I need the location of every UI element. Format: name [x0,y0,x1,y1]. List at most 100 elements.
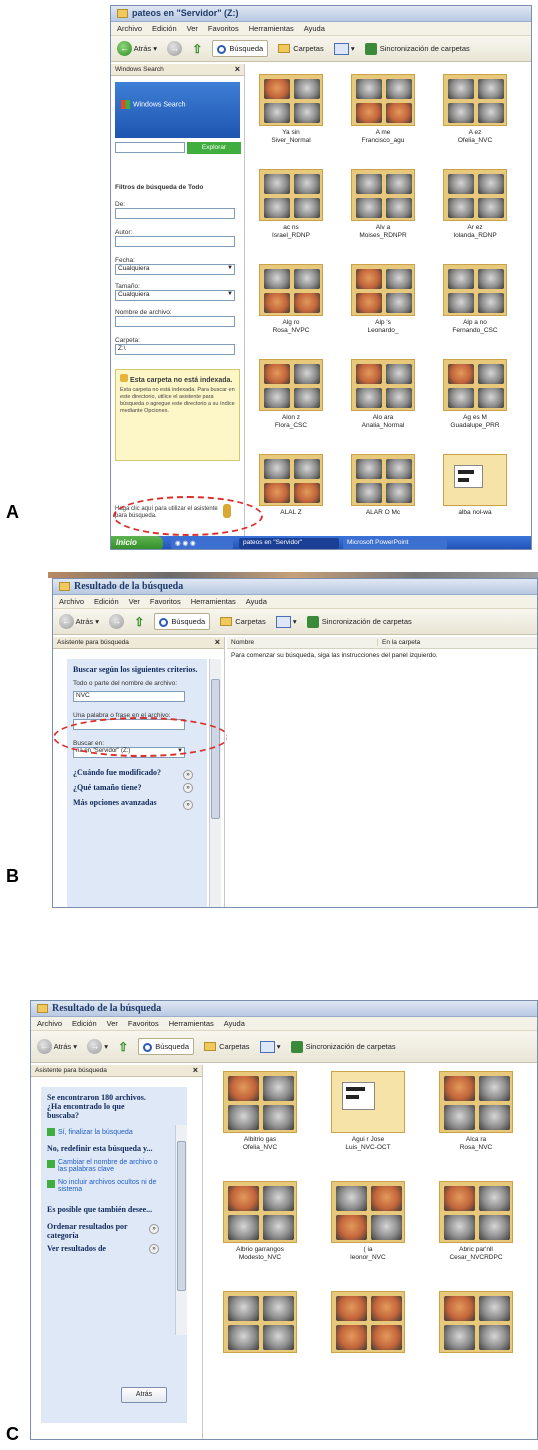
menu-herramientas[interactable]: Herramientas [249,24,294,33]
menu-edicion[interactable]: Edición [152,24,177,33]
menu-ver[interactable]: Ver [187,24,198,33]
menu-ver[interactable]: Ver [107,1019,118,1028]
close-icon[interactable]: × [193,1065,198,1075]
tamano-select[interactable]: Cualquiera ▼ [115,290,235,301]
folder-thumbnail[interactable]: Albitrio gas Ofelia_NVC [223,1071,297,1163]
folder-thumbnail[interactable]: Abric par'nll Cesar_NVCRDPC [439,1181,513,1273]
folder-thumbnail[interactable]: Alp 's Leonardo_ [351,264,415,346]
views-button[interactable]: ▾ [275,614,297,630]
expand-chevron-icon[interactable]: » [149,1224,159,1234]
close-icon[interactable]: × [235,64,240,74]
scrollbar-thumb[interactable] [211,679,220,819]
folder-thumbnail[interactable]: alba nol-wa [443,454,507,536]
menu-edicion[interactable]: Edición [72,1019,97,1028]
back-button[interactable]: ← Atrás ▾ [117,41,157,57]
advanced-options-link[interactable]: Más opciones avanzadas [73,798,163,807]
folder-thumbnail[interactable] [223,1291,297,1383]
menu-herramientas[interactable]: Herramientas [191,597,236,606]
views-button[interactable]: ▾ [333,41,355,57]
menu-archivo[interactable]: Archivo [37,1019,62,1028]
finish-search-link[interactable]: Sí, finalizar la búsqueda [47,1128,181,1136]
menu-archivo[interactable]: Archivo [117,24,142,33]
folder-thumbnail[interactable]: Alv a Moises_RDNPR [351,169,415,251]
folder-thumbnail[interactable]: Alo ara Analia_Normal [351,359,415,441]
search-button[interactable]: Búsqueda [154,613,211,630]
folder-thumbnail[interactable]: Ya sin Siver_Normal [259,74,323,156]
windows-search-go-button[interactable]: Explorar [187,142,241,154]
folder-thumbnail[interactable]: ac ns Israel_RDNP [259,169,323,251]
back-button-sidebar[interactable]: Atrás [121,1387,167,1403]
menu-ver[interactable]: Ver [129,597,140,606]
folder-thumbnail[interactable] [331,1291,405,1383]
column-header-folder[interactable]: En la carpeta [377,639,420,646]
menu-herramientas[interactable]: Herramientas [169,1019,214,1028]
when-modified-link[interactable]: ¿Cuándo fue modificado? [73,768,163,777]
folders-button[interactable]: Carpetas [220,614,266,630]
folder-thumbnail[interactable]: Alg ro Rosa_NVPC [259,264,323,346]
views-button[interactable]: ▾ [259,1039,281,1055]
sync-button[interactable]: Sincronización de carpetas [364,41,470,57]
up-folder-icon[interactable]: ⇧ [192,41,202,57]
autor-field[interactable] [115,236,235,247]
folder-thumbnail[interactable]: ( ia leonor_NVC [331,1181,405,1273]
filename-input[interactable]: NVC [73,691,185,702]
folder-thumbnail[interactable]: Alon z Flora_CSC [259,359,323,441]
folder-thumbnail[interactable]: A ez Ofelia_NVC [443,74,507,156]
search-button[interactable]: Búsqueda [212,40,269,57]
up-folder-icon[interactable]: ⇧ [118,1039,128,1055]
folder-thumbnail[interactable]: ALAR O Mc [351,454,415,536]
folders-button[interactable]: Carpetas [278,41,324,57]
folder-thumbnail[interactable]: Agui r Jose Luis_NVC-OCT [331,1071,405,1163]
start-button[interactable]: Inicio [111,536,163,549]
windows-search-input[interactable] [115,142,185,153]
column-header-name[interactable]: Nombre [231,639,254,646]
folder-thumbnail[interactable]: ALAL Z [259,454,323,536]
forward-button[interactable]: → [167,41,183,57]
folder-thumbnail[interactable]: Alca ra Rosa_NVC [439,1071,513,1163]
menu-ayuda[interactable]: Ayuda [304,24,325,33]
back-button[interactable]: ← Atrás ▾ [37,1039,77,1055]
expand-chevron-icon[interactable]: » [183,770,193,780]
fundus-image [448,364,474,384]
search-button[interactable]: Búsqueda [138,1038,195,1055]
folders-button[interactable]: Carpetas [204,1039,250,1055]
size-link[interactable]: ¿Qué tamaño tiene? [73,783,173,792]
change-name-link[interactable]: Cambiar el nombre de archivo o las palab… [47,1159,181,1173]
taskbar-item-powerpoint[interactable]: Microsoft PowerPoint [343,538,447,549]
pane-scrollbar[interactable] [209,659,221,907]
menu-favoritos[interactable]: Favoritos [128,1019,159,1028]
up-folder-icon[interactable]: ⇧ [134,614,144,630]
folder-thumbnail[interactable] [439,1291,513,1383]
close-icon[interactable]: × [215,637,220,647]
taskbar-item-explorer[interactable]: pateos en "Servidor" [239,538,339,549]
menu-archivo[interactable]: Archivo [59,597,84,606]
menu-ayuda[interactable]: Ayuda [224,1019,245,1028]
folder-thumbnail[interactable]: A me Francisco_agu [351,74,415,156]
de-field[interactable] [115,208,235,219]
exclude-hidden-link[interactable]: No incluir archivos ocultos ni de sistem… [47,1179,181,1193]
fecha-select[interactable]: Cualquiera ▼ [115,264,235,275]
carpeta-field[interactable]: Z:\ [115,344,235,355]
sync-button[interactable]: Sincronización de carpetas [290,1039,396,1055]
folder-thumbnail[interactable]: Alp a no Fernando_CSC [443,264,507,346]
quicklaunch-icons[interactable]: ◉ ◉ ◉ [171,538,233,549]
expand-chevron-icon[interactable]: » [183,783,193,793]
scrollbar-thumb[interactable] [177,1141,186,1291]
back-button[interactable]: ← Atrás ▾ [59,614,99,630]
expand-chevron-icon[interactable]: » [149,1244,159,1254]
folder-thumbnail[interactable]: Ar ez Iolanda_RDNP [443,169,507,251]
menu-edicion[interactable]: Edición [94,597,119,606]
forward-button[interactable]: → [109,614,125,630]
forward-button[interactable]: → ▾ [87,1039,108,1055]
folder-thumbnail[interactable]: Ag es M Guadalupe_PRR [443,359,507,441]
menu-ayuda[interactable]: Ayuda [246,597,267,606]
nombre-field[interactable] [115,316,235,327]
view-results-link[interactable]: Ver resultados de [47,1244,181,1253]
menu-favoritos[interactable]: Favoritos [208,24,239,33]
menu-favoritos[interactable]: Favoritos [150,597,181,606]
sync-button[interactable]: Sincronización de carpetas [306,614,412,630]
expand-chevron-icon[interactable]: » [183,800,193,810]
pane-scrollbar[interactable] [175,1125,187,1335]
folder-thumbnail[interactable]: Albrio garrangos Modesto_NVC [223,1181,297,1273]
sort-by-category-link[interactable]: Ordenar resultados por categoría [47,1222,143,1240]
